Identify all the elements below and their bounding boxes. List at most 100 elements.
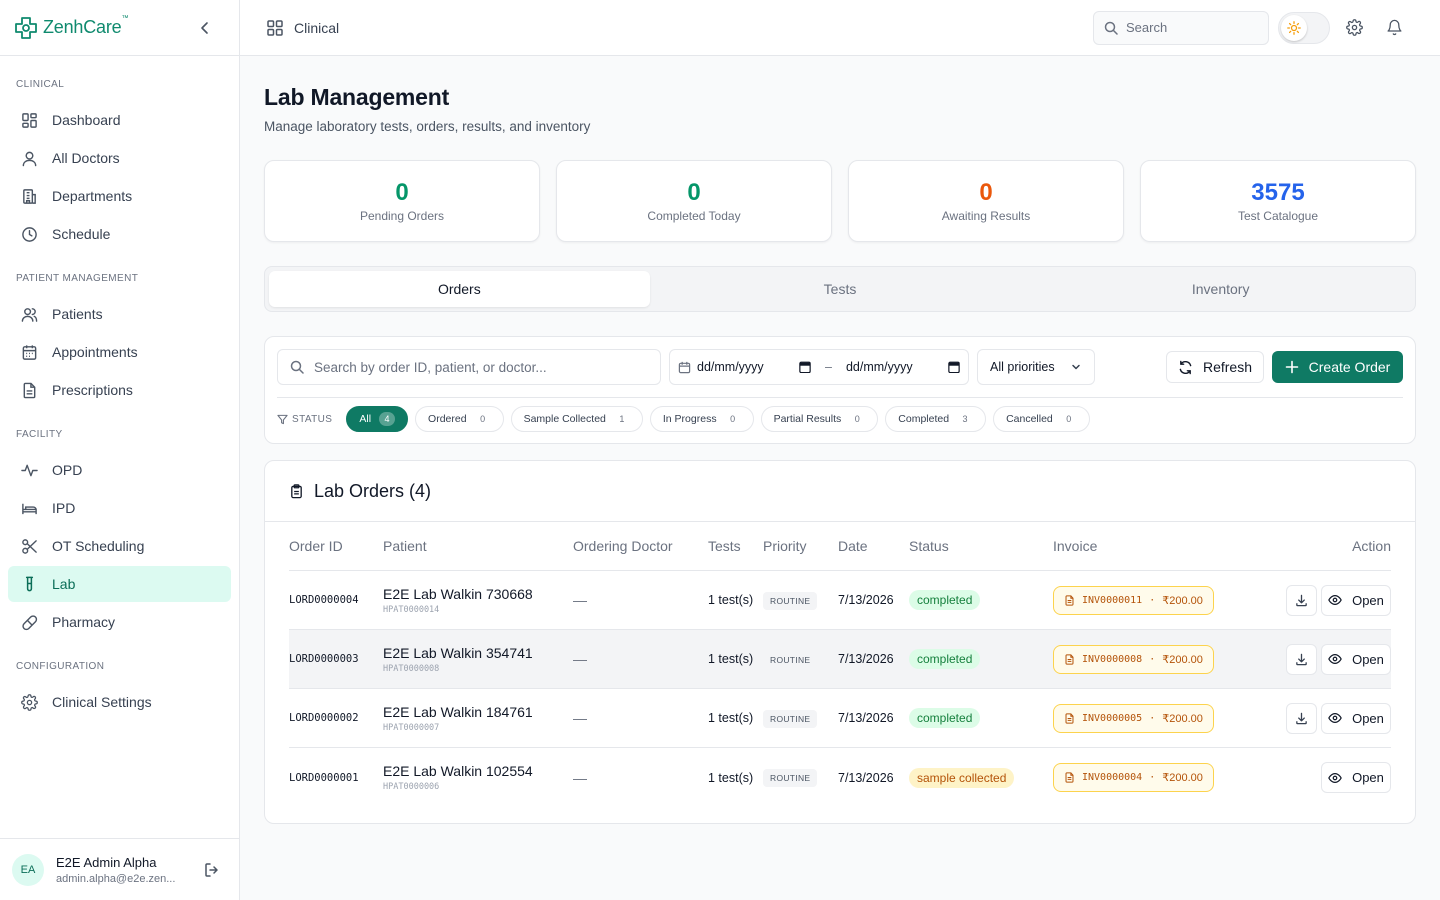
- sidebar-item-schedule[interactable]: Schedule: [8, 216, 231, 252]
- open-order-button[interactable]: Open: [1321, 702, 1391, 734]
- status-chip-sample-collected[interactable]: Sample Collected 1: [510, 406, 643, 432]
- status-chip-all[interactable]: All 4: [346, 406, 409, 432]
- invoice-amount: ₹200.00: [1162, 653, 1203, 666]
- status-filter-chips: STATUS All 4 Ordered 0 Sample Collected 1 In P…: [277, 406, 1403, 432]
- refresh-button[interactable]: Refresh: [1166, 351, 1264, 383]
- status-chip-cancelled[interactable]: Cancelled 0: [993, 406, 1090, 432]
- status-chip-in-progress[interactable]: In Progress 0: [649, 406, 754, 432]
- create-order-button[interactable]: Create Order: [1272, 351, 1403, 383]
- priority-cell: ROUTINE: [763, 768, 838, 787]
- create-order-label: Create Order: [1308, 359, 1391, 375]
- download-button[interactable]: [1286, 584, 1317, 616]
- date-to-calendar-icon[interactable]: [948, 361, 960, 373]
- breadcrumb: Clinical: [266, 19, 339, 37]
- plus-icon: [1285, 360, 1299, 374]
- order-search-placeholder: Search by order ID, patient, or doctor..…: [314, 359, 547, 375]
- column-header-priority: Priority: [763, 538, 807, 554]
- open-order-button[interactable]: Open: [1321, 643, 1391, 675]
- bell-icon[interactable]: [1374, 19, 1414, 36]
- sidebar-item-departments[interactable]: Departments: [8, 178, 231, 214]
- invoice-number: INV0000011: [1082, 594, 1143, 606]
- invoice-badge[interactable]: INV0000008 · ₹200.00: [1053, 644, 1214, 674]
- invoice-badge[interactable]: INV0000005 · ₹200.00: [1053, 703, 1214, 733]
- sidebar-item-lab[interactable]: Lab: [8, 566, 231, 602]
- sidebar-item-appointments[interactable]: Appointments: [8, 334, 231, 370]
- sidebar-item-label: Departments: [52, 188, 133, 204]
- tests-count: 1 test(s): [708, 711, 754, 725]
- collapse-sidebar-icon[interactable]: [197, 20, 213, 36]
- tab-tests[interactable]: Tests: [650, 271, 1031, 307]
- action-cell: Open: [1268, 584, 1391, 616]
- table-row[interactable]: LORD0000002 E2E Lab Walkin 184761 HPAT0000…: [289, 689, 1391, 748]
- sidebar-item-dashboard[interactable]: Dashboard: [8, 102, 231, 138]
- sidebar-item-ipd[interactable]: IPD: [8, 490, 231, 526]
- ordering-doctor: —: [573, 592, 587, 608]
- settings-gear-icon[interactable]: [1334, 19, 1374, 36]
- status-cell: completed: [909, 708, 1053, 728]
- status-filter-label: STATUS: [277, 414, 332, 425]
- patient-name: E2E Lab Walkin 184761: [383, 703, 533, 720]
- status-chip-completed[interactable]: Completed 3: [885, 406, 987, 432]
- download-button[interactable]: [1286, 643, 1317, 675]
- open-order-button[interactable]: Open: [1321, 762, 1391, 793]
- logout-icon[interactable]: [203, 861, 221, 879]
- status-chip-count: 3: [962, 414, 968, 424]
- lab-orders-title: Lab Orders (4): [314, 480, 432, 501]
- table-row[interactable]: LORD0000001 E2E Lab Walkin 102554 HPAT0000…: [289, 748, 1391, 807]
- date-from-input[interactable]: dd/mm/yyyy: [697, 360, 793, 374]
- sidebar-item-clinical-settings[interactable]: Clinical Settings: [8, 684, 231, 720]
- invoice-badge[interactable]: INV0000011 · ₹200.00: [1053, 585, 1214, 615]
- avatar[interactable]: EA: [12, 853, 44, 886]
- order-search-input[interactable]: Search by order ID, patient, or doctor..…: [277, 349, 661, 385]
- invoice-separator: ·: [1149, 712, 1156, 724]
- eye-icon: [1328, 771, 1342, 785]
- priority-select[interactable]: All priorities: [977, 349, 1095, 385]
- priority-badge: ROUTINE: [763, 650, 818, 669]
- sidebar-item-patients[interactable]: Patients: [8, 296, 231, 332]
- user-icon: [20, 149, 38, 167]
- invoice-amount: ₹200.00: [1162, 772, 1203, 784]
- chevron-down-icon: [1070, 361, 1082, 373]
- status-chip-ordered[interactable]: Ordered 0: [415, 406, 504, 432]
- invoice-amount: ₹200.00: [1162, 594, 1203, 607]
- download-button[interactable]: [1286, 702, 1317, 734]
- status-chip-partial-results[interactable]: Partial Results 0: [760, 406, 879, 432]
- action-cell: Open: [1268, 643, 1391, 675]
- global-search-input[interactable]: Search: [1093, 10, 1269, 45]
- gear-icon: [20, 693, 38, 711]
- open-order-button[interactable]: Open: [1321, 584, 1391, 616]
- brand-logo[interactable]: ZenhCare™: [12, 14, 128, 42]
- invoice-number: INV0000005: [1082, 712, 1143, 724]
- user-profile: EA E2E Admin Alpha admin.alpha@e2e.zen..…: [0, 838, 239, 900]
- main-content: Lab Management Manage laboratory tests, …: [264, 56, 1416, 824]
- tab-inventory[interactable]: Inventory: [1030, 271, 1411, 307]
- nav-section-patient-management: PATIENT MANAGEMENT Patients Appointments Pr…: [0, 268, 239, 408]
- download-icon: [1295, 653, 1308, 666]
- stat-label: Completed Today: [647, 208, 741, 223]
- sidebar-item-label: Clinical Settings: [52, 694, 152, 710]
- sidebar-item-pharmacy[interactable]: Pharmacy: [8, 604, 231, 640]
- theme-toggle[interactable]: [1278, 11, 1330, 44]
- brand-logo-icon: [12, 14, 40, 42]
- order-id: LORD0000002: [289, 712, 359, 724]
- table-row[interactable]: LORD0000004 E2E Lab Walkin 730668 HPAT0000…: [289, 571, 1391, 630]
- sidebar-item-prescriptions[interactable]: Prescriptions: [8, 372, 231, 408]
- invoice-number: INV0000004: [1082, 772, 1143, 783]
- table-row[interactable]: LORD0000003 E2E Lab Walkin 354741 HPAT0000…: [289, 630, 1391, 689]
- date-to-input[interactable]: dd/mm/yyyy: [846, 360, 942, 374]
- invoice-badge[interactable]: INV0000004 · ₹200.00: [1053, 763, 1214, 792]
- sidebar-item-all-doctors[interactable]: All Doctors: [8, 140, 231, 176]
- priority-cell: ROUTINE: [763, 650, 838, 669]
- date-from-calendar-icon[interactable]: [799, 361, 811, 373]
- page-title: Lab Management: [264, 84, 450, 110]
- nav-section-label: FACILITY: [16, 428, 63, 440]
- sidebar-item-ot-scheduling[interactable]: OT Scheduling: [8, 528, 231, 564]
- tab-orders[interactable]: Orders: [269, 271, 650, 307]
- patient-cell: E2E Lab Walkin 102554 HPAT0000006: [383, 763, 573, 792]
- patient-name: E2E Lab Walkin 730668: [383, 585, 533, 602]
- lab-orders-table: Order ID Patient Ordering Doctor Tests Prior…: [289, 522, 1391, 807]
- sidebar-item-opd[interactable]: OPD: [8, 452, 231, 488]
- test-tube-icon: [20, 575, 38, 593]
- stat-label: Test Catalogue: [1237, 208, 1319, 223]
- clock-icon: [20, 225, 38, 243]
